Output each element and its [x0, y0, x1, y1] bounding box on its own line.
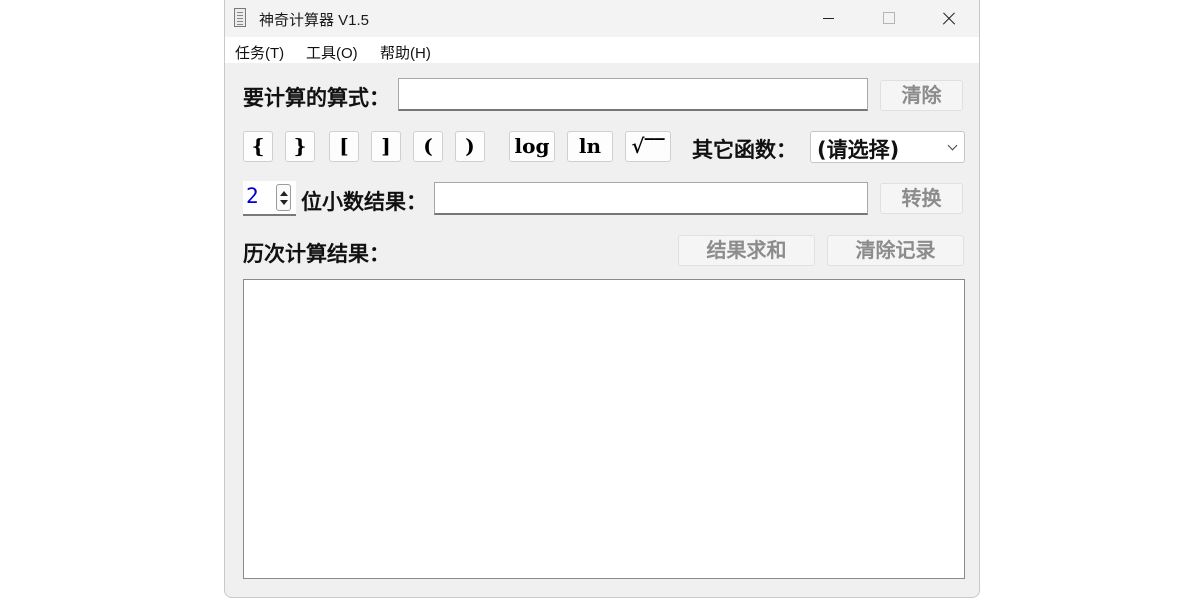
calculator-app-icon [234, 8, 246, 27]
history-label: 历次计算结果： [243, 242, 390, 266]
key-left-brace[interactable]: { [243, 131, 273, 162]
key-ln[interactable]: ln [567, 131, 613, 162]
menu-tools[interactable]: 工具(O) [306, 42, 358, 63]
menu-bar: 任务(T) 工具(O) 帮助(H) [225, 37, 979, 63]
decimal-places-value[interactable]: 2 [246, 184, 259, 208]
maximize-icon[interactable] [866, 0, 912, 37]
decimal-result-label: 位小数结果： [301, 190, 427, 214]
expression-label: 要计算的算式： [243, 86, 390, 110]
key-right-bracket[interactable]: ] [371, 131, 401, 162]
key-log[interactable]: log [509, 131, 555, 162]
key-sqrt[interactable]: √‾‾ [625, 131, 671, 162]
key-left-paren[interactable]: ( [413, 131, 443, 162]
expression-input[interactable] [398, 78, 868, 111]
minimize-icon[interactable] [805, 0, 851, 37]
title-bar[interactable]: 神奇计算器 V1.5 [225, 0, 979, 37]
menu-task[interactable]: 任务(T) [235, 42, 284, 63]
window-title: 神奇计算器 V1.5 [259, 12, 370, 29]
key-right-paren[interactable]: ) [455, 131, 485, 162]
other-functions-label: 其它函数： [692, 138, 797, 162]
spin-down-icon[interactable] [280, 200, 288, 205]
decimal-result-field[interactable] [434, 182, 868, 215]
menu-help[interactable]: 帮助(H) [380, 42, 431, 63]
calculator-window: 神奇计算器 V1.5 任务(T) 工具(O) 帮助(H) 要计算的算式： 清除 … [224, 0, 980, 598]
history-results-box[interactable] [243, 279, 965, 579]
decimal-places-stepper[interactable]: 2 [243, 181, 296, 216]
other-functions-selected: (请选择) [817, 138, 900, 162]
key-right-brace[interactable]: } [285, 131, 315, 162]
spin-arrows[interactable] [276, 184, 291, 211]
key-left-bracket[interactable]: [ [329, 131, 359, 162]
spin-up-icon[interactable] [280, 191, 288, 196]
clear-history-button[interactable]: 清除记录 [827, 235, 964, 266]
sum-results-button[interactable]: 结果求和 [678, 235, 815, 266]
other-functions-select[interactable]: (请选择) [810, 131, 965, 163]
chevron-down-icon [947, 140, 958, 151]
convert-button[interactable]: 转换 [880, 183, 963, 214]
close-icon[interactable] [926, 0, 972, 37]
clear-expression-button[interactable]: 清除 [880, 80, 963, 111]
